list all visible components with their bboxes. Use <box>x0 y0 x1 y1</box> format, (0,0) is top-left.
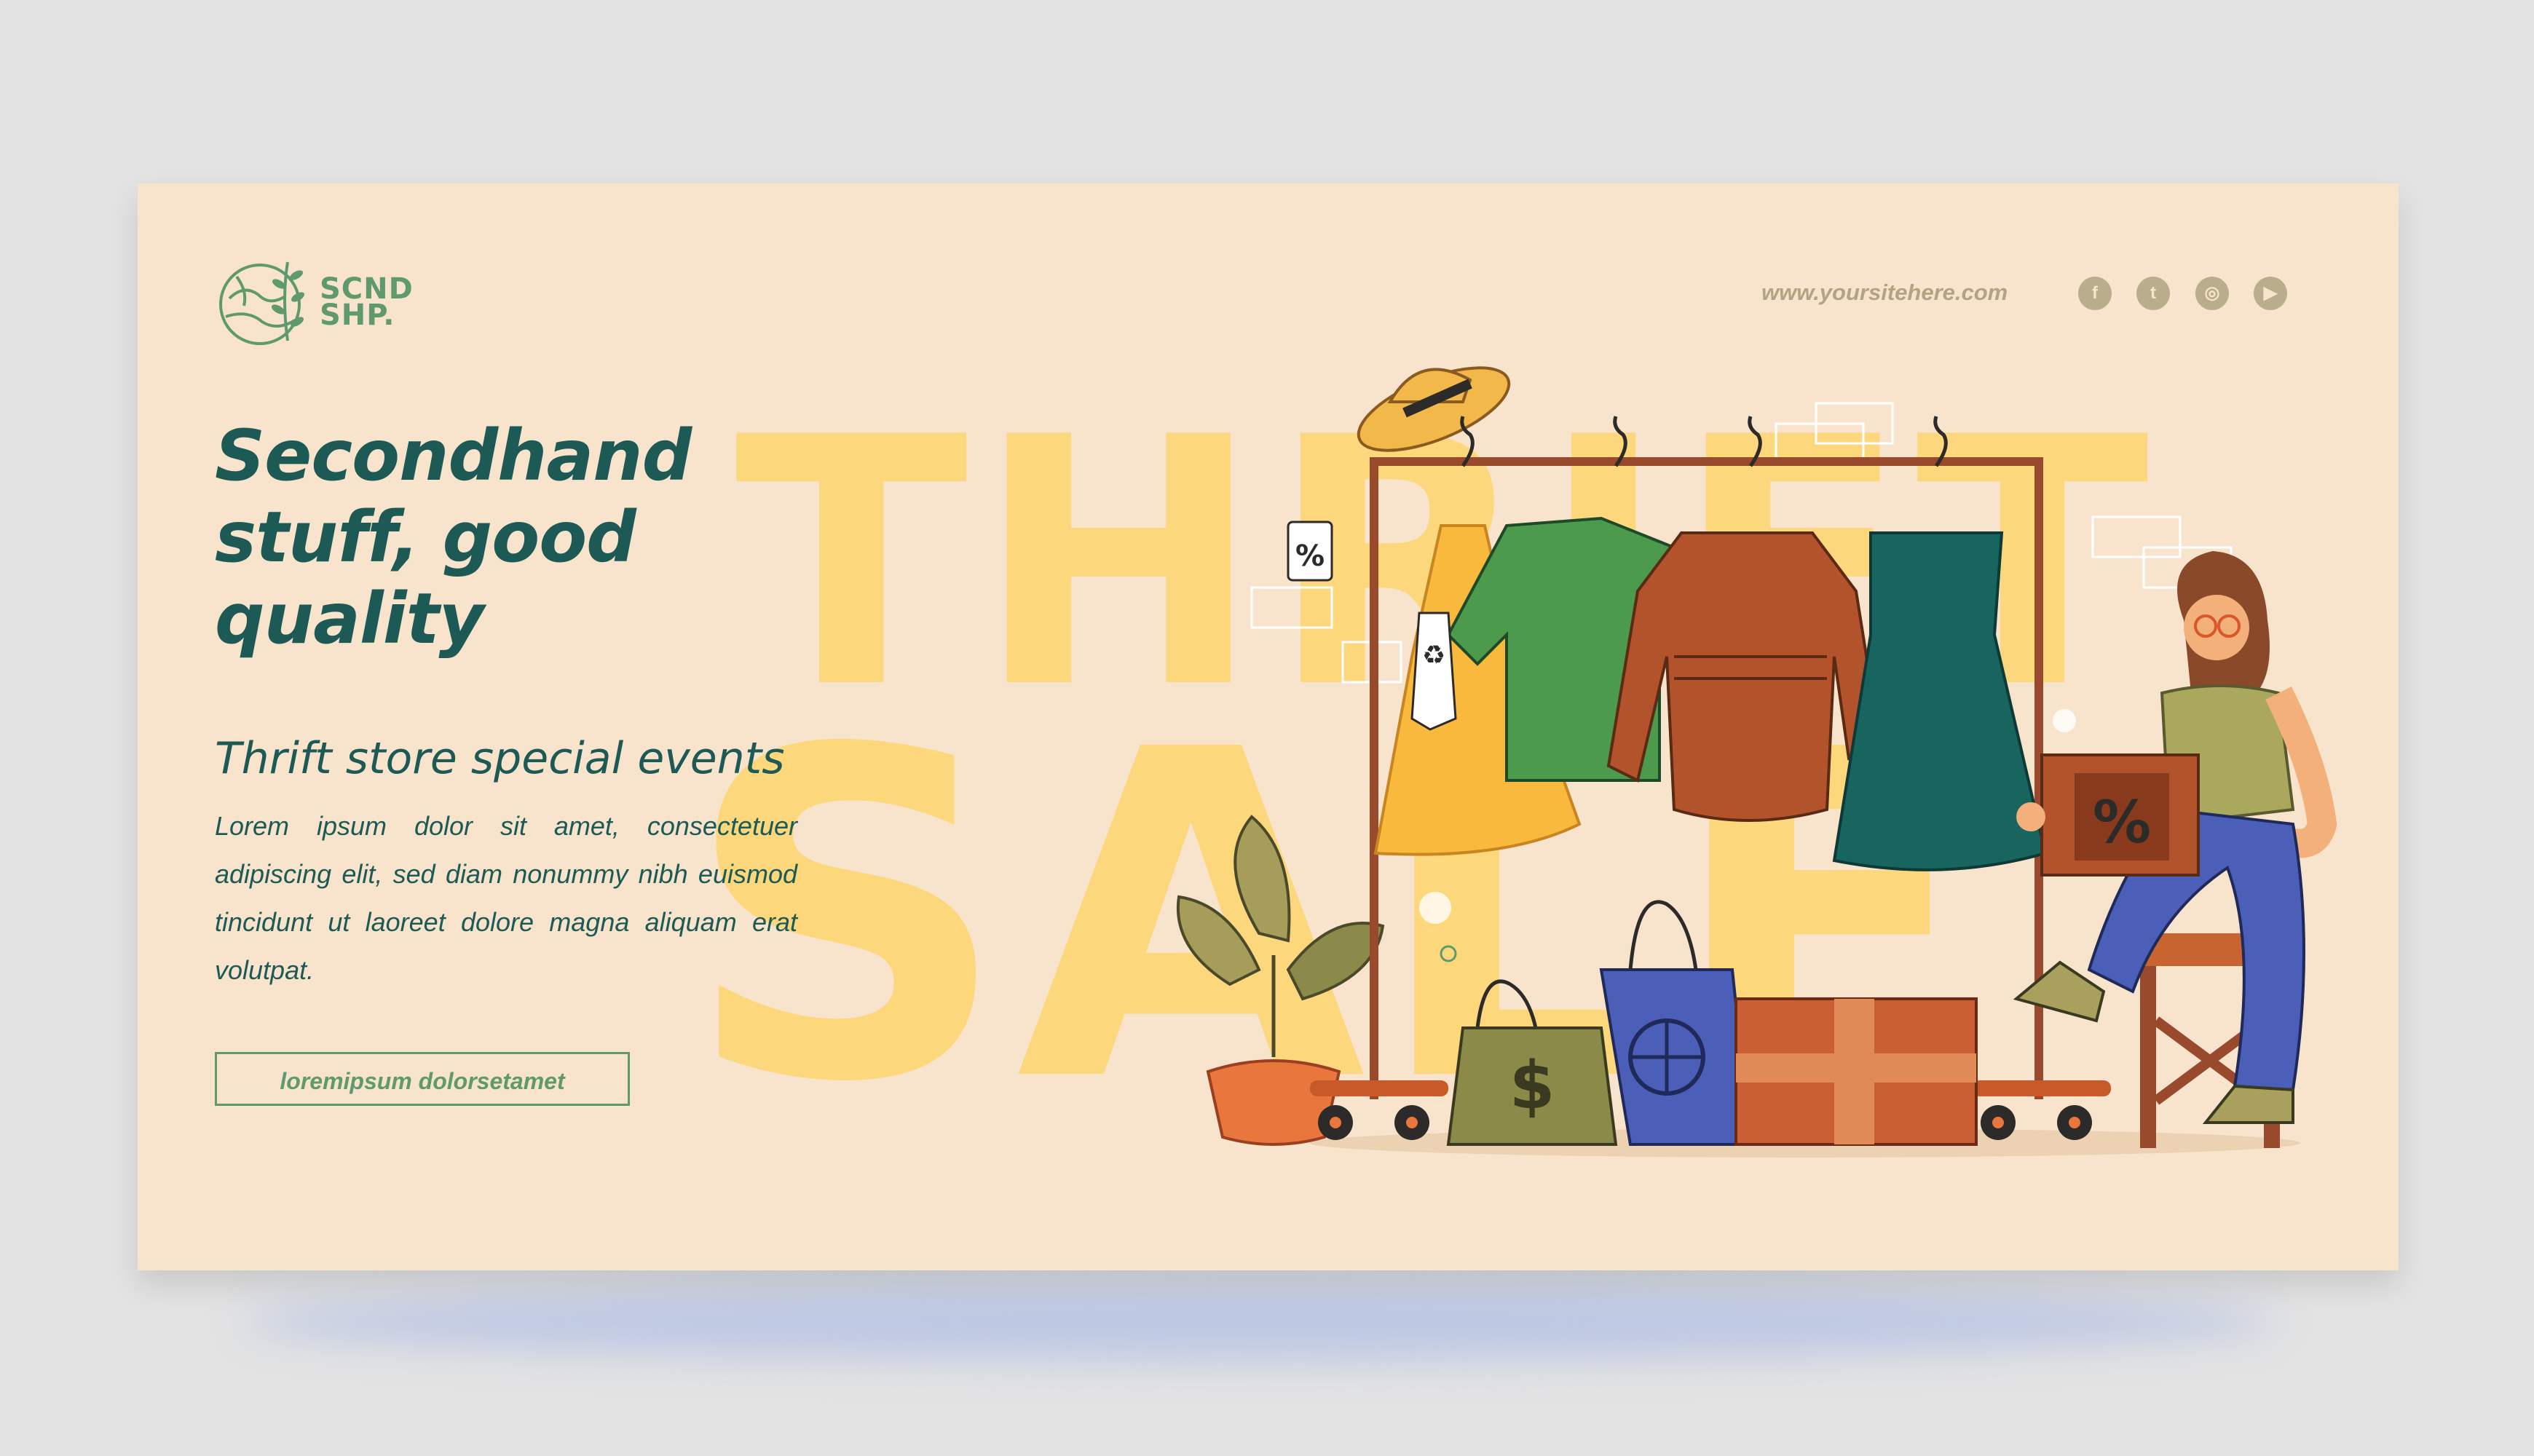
svg-text:♻: ♻ <box>1422 641 1445 670</box>
cardboard-box <box>1734 997 1978 1146</box>
recycle-tag: ♻ <box>1410 612 1457 731</box>
dollar-bag: $ <box>1446 979 1618 1146</box>
bubble <box>1419 892 1451 924</box>
bubble-right <box>2053 709 2076 732</box>
woman-figure: % <box>2013 551 2337 1124</box>
banner-shadow <box>240 1281 2279 1361</box>
svg-text:%: % <box>1295 539 1325 573</box>
thrift-illustration: % ♻ $ % <box>1176 366 2337 1158</box>
svg-text:$: $ <box>1509 1048 1555 1124</box>
percent-tag: % <box>1287 521 1333 582</box>
straw-hat <box>1357 366 1511 452</box>
svg-text:%: % <box>2093 788 2151 856</box>
teal-dress <box>1832 531 2048 871</box>
banner: THRIFT SALE SCND SHP. www.yoursitehere.c… <box>138 183 2399 1270</box>
globe-bag <box>1599 900 1753 1146</box>
bubble-small <box>1440 945 1457 962</box>
